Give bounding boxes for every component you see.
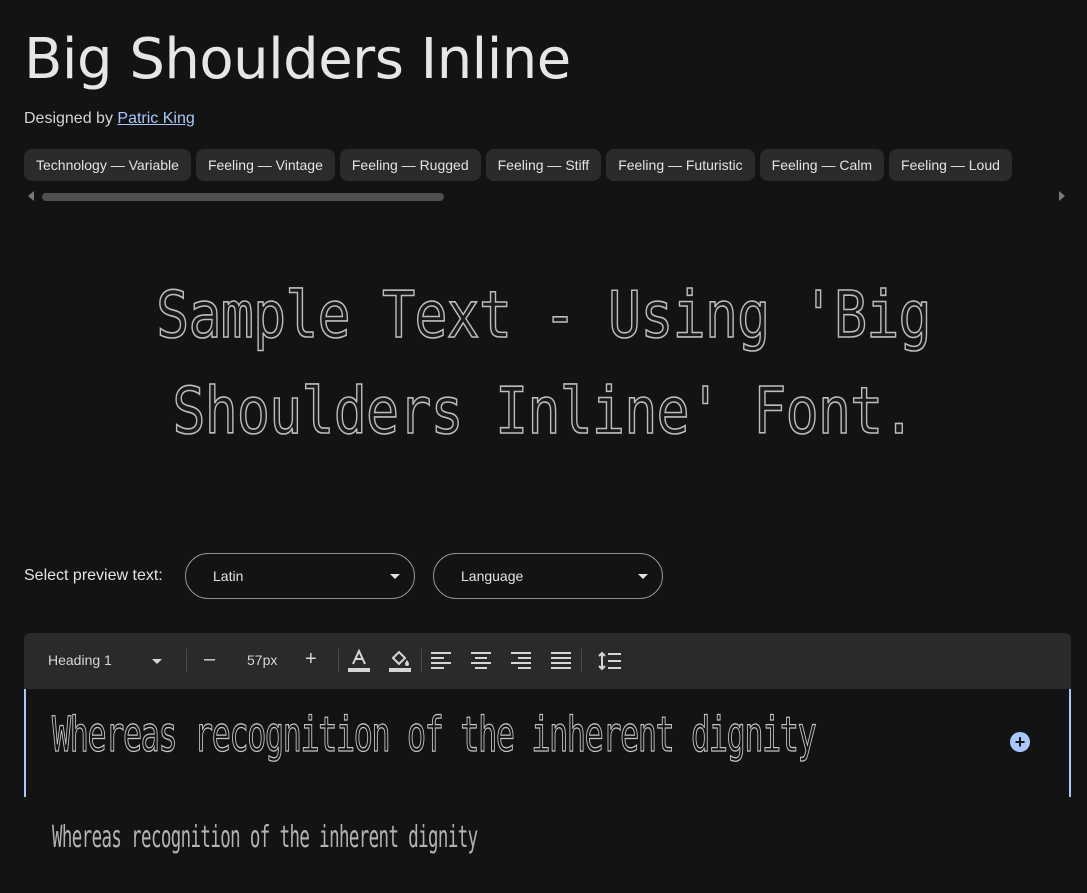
tags-fade xyxy=(1037,149,1087,181)
fill-color-icon[interactable] xyxy=(389,649,411,676)
toolbar-divider xyxy=(581,649,582,673)
align-right-icon[interactable] xyxy=(511,652,531,673)
toolbar-divider xyxy=(338,649,339,673)
font-size-value[interactable]: 57px xyxy=(247,652,277,668)
language-select-value: Language xyxy=(461,568,524,584)
font-title: Big Shoulders Inline xyxy=(24,27,571,92)
tag-list: Technology — Variable Feeling — Vintage Fe… xyxy=(24,149,1087,181)
align-justify-icon[interactable] xyxy=(551,652,571,673)
scroll-right-arrow-icon[interactable] xyxy=(1059,191,1065,201)
heading-editor-block[interactable]: Whereas recognition of the inherent dign… xyxy=(24,689,1071,797)
align-center-icon[interactable] xyxy=(471,652,491,673)
chevron-down-icon xyxy=(390,574,400,579)
tag-chip[interactable]: Feeling — Calm xyxy=(759,149,885,181)
script-select[interactable]: Latin xyxy=(185,553,415,599)
chevron-down-icon xyxy=(638,574,648,579)
style-select[interactable]: Heading 1 xyxy=(48,652,112,668)
preview-select-label: Select preview text: xyxy=(24,567,163,584)
toolbar-divider xyxy=(186,649,187,673)
style-select-value: Heading 1 xyxy=(48,652,112,668)
tag-chip[interactable]: Feeling — Stiff xyxy=(485,149,602,181)
chevron-down-icon[interactable] xyxy=(152,659,162,664)
designed-by-label: Designed by xyxy=(24,110,113,127)
tag-chip[interactable]: Technology — Variable xyxy=(24,149,191,181)
align-left-icon[interactable] xyxy=(431,652,451,673)
tag-chip[interactable]: Feeling — Rugged xyxy=(339,149,481,181)
decrease-size-button[interactable]: – xyxy=(204,648,215,671)
sample-text: Sample Text - Using 'Big Shoulders Inlin… xyxy=(155,278,932,450)
script-select-value: Latin xyxy=(213,568,244,584)
heading-preview-text[interactable]: Whereas recognition of the inherent dign… xyxy=(52,703,818,767)
designer-link[interactable]: Patric King xyxy=(117,110,194,127)
tags-scrollbar-thumb[interactable] xyxy=(42,193,444,201)
line-height-icon[interactable] xyxy=(598,651,622,674)
increase-size-button[interactable]: + xyxy=(305,648,317,671)
editor-toolbar: Heading 1 – 57px + xyxy=(24,633,1071,689)
scroll-left-arrow-icon[interactable] xyxy=(28,191,34,201)
tag-chip[interactable]: Feeling — Futuristic xyxy=(606,149,755,181)
designer-line: Designed by Patric King xyxy=(24,110,195,128)
text-color-icon[interactable] xyxy=(348,648,370,676)
add-circle-icon[interactable]: + xyxy=(1010,732,1030,752)
tag-chip[interactable]: Feeling — Vintage xyxy=(195,149,335,181)
toolbar-divider xyxy=(421,649,422,673)
paragraph-preview-text[interactable]: Whereas recognition of the inherent dign… xyxy=(52,818,478,858)
tag-chip[interactable]: Feeling — Loud xyxy=(889,149,1012,181)
language-select[interactable]: Language xyxy=(433,553,663,599)
